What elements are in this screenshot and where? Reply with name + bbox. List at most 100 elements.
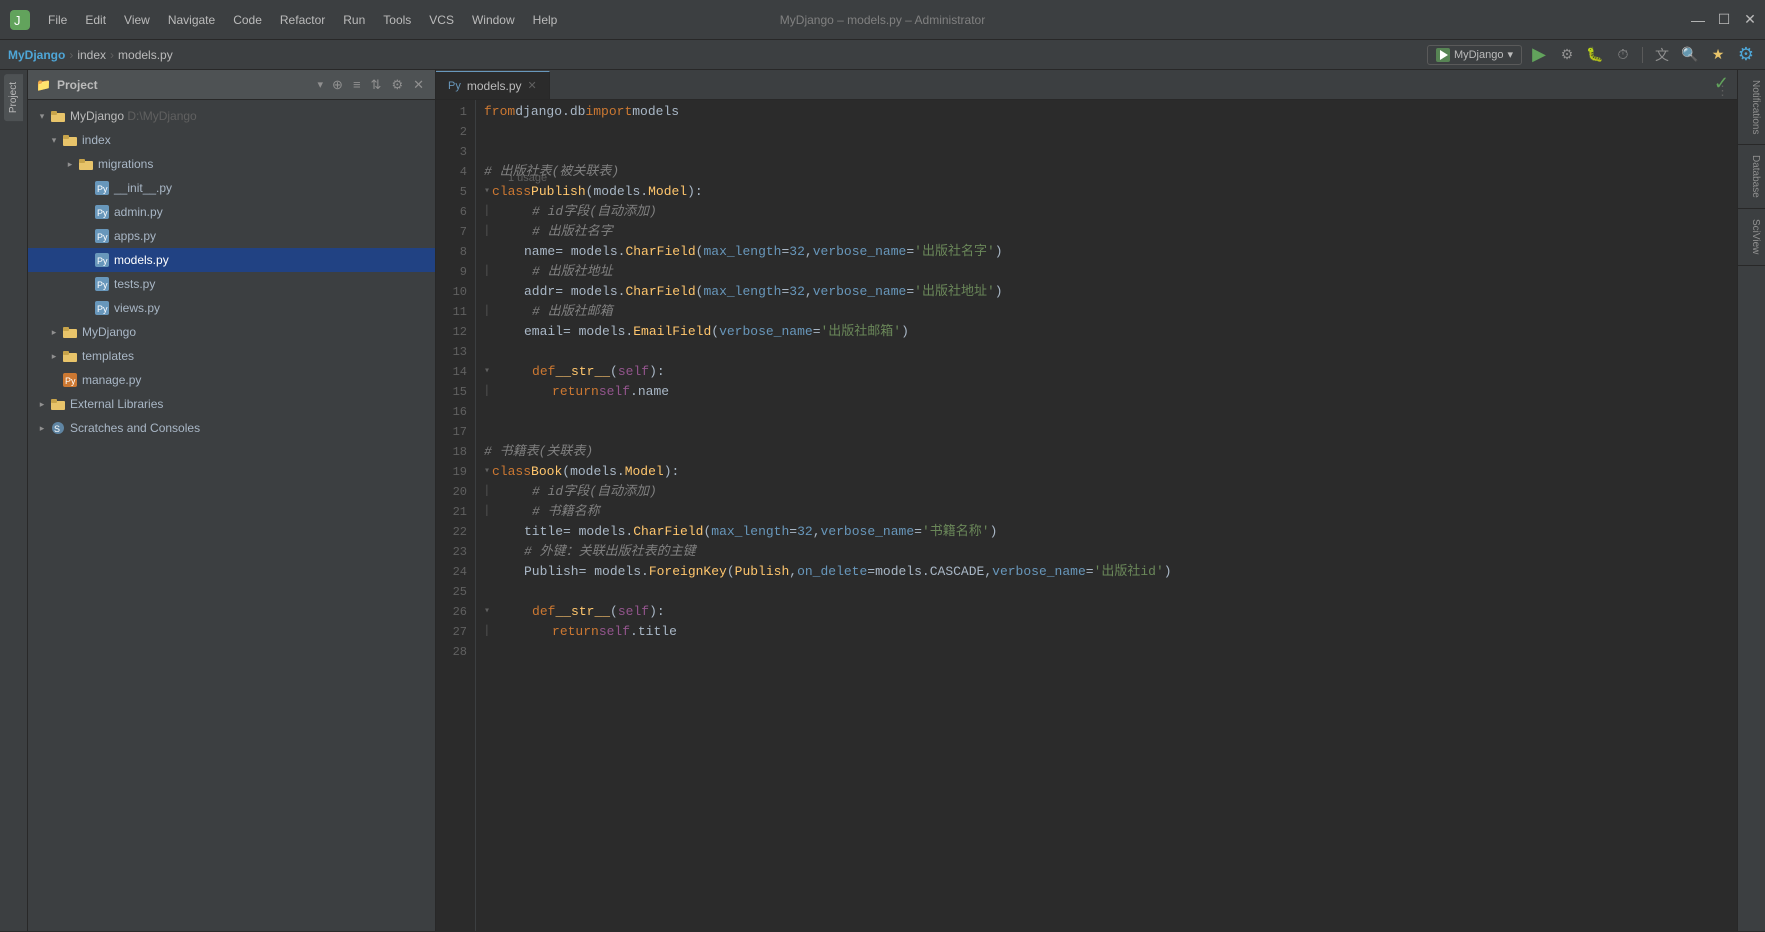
token-paren: ( (610, 602, 618, 622)
tree-icon-admin-py: Py (94, 204, 110, 220)
svg-text:J: J (14, 13, 21, 28)
line-num-23: 23 (436, 542, 467, 562)
token-paren: ) (995, 282, 1003, 302)
token-paren: ) (649, 602, 657, 622)
tree-item-index-folder[interactable]: ▾index (28, 128, 435, 152)
menu-item-file[interactable]: File (40, 9, 75, 31)
new-file-icon[interactable]: ⊕ (329, 75, 346, 95)
run-button[interactable]: ▶ (1528, 44, 1550, 66)
token-base: , (805, 282, 813, 302)
editor-area: Py models.py ✕ ⋮ 12345678910111213141516… (436, 70, 1737, 931)
svg-text:Py: Py (97, 232, 108, 242)
project-title-arrow[interactable]: ▾ (318, 78, 324, 91)
breadcrumb-project[interactable]: MyDjango (8, 48, 65, 62)
fold-arrow-26[interactable]: ▾ (484, 602, 490, 622)
tree-arrow-migrations-folder: ▸ (64, 158, 76, 170)
search-button[interactable]: 🔍 (1679, 44, 1701, 66)
token-base: = (1086, 562, 1094, 582)
database-panel-tab[interactable]: Database (1738, 145, 1765, 209)
token-base: = (813, 322, 821, 342)
code-line-22: title = models.CharField(max_length=32, … (484, 522, 1729, 542)
token-dot: . (640, 182, 648, 202)
main-layout: Project 📁 Project ▾ ⊕ ≡ ⇅ ⚙ ✕ ▾MyDjango … (0, 70, 1765, 931)
notifications-panel-tab[interactable]: Notifications (1738, 70, 1765, 145)
token-paren: ( (696, 282, 704, 302)
menu-item-help[interactable]: Help (525, 9, 566, 31)
settings-icon[interactable]: ⚙ (388, 75, 406, 95)
tree-arrow-scratches: ▸ (36, 422, 48, 434)
token-param: verbose_name (813, 242, 907, 262)
close-button[interactable]: ✕ (1743, 13, 1757, 27)
tree-item-manage-py[interactable]: Pymanage.py (28, 368, 435, 392)
tree-item-mydjango-folder[interactable]: ▸MyDjango (28, 320, 435, 344)
translate-button[interactable]: 文 (1651, 44, 1673, 66)
code-line-4: # 出版社表(被关联表) (484, 162, 1729, 182)
sidebar-tab-project[interactable]: Project (4, 74, 23, 121)
line-num-25: 25 (436, 582, 467, 602)
fold-arrow-19[interactable]: ▾ (484, 462, 490, 482)
line-num-13: 13 (436, 342, 467, 362)
maximize-button[interactable]: ☐ (1717, 13, 1731, 27)
menu-item-code[interactable]: Code (225, 9, 270, 31)
code-line-27: │return self.title (484, 622, 1729, 642)
tree-item-external-libs[interactable]: ▸External Libraries (28, 392, 435, 416)
code-line-1: from django.db import models (484, 102, 1729, 122)
account-button[interactable]: ⚙ (1735, 44, 1757, 66)
tree-item-views-py[interactable]: Pyviews.py (28, 296, 435, 320)
fold-arrow-5[interactable]: ▾ (484, 182, 490, 202)
breadcrumb-sep2: › (110, 48, 114, 62)
code-content[interactable]: from django.db import models # 出版社表(被关联表)… (476, 100, 1737, 931)
build-button[interactable]: ⚙ (1556, 44, 1578, 66)
tree-label-admin-py: admin.py (114, 205, 163, 219)
tree-item-tests-py[interactable]: Pytests.py (28, 272, 435, 296)
code-line-13 (484, 342, 1729, 362)
token-paren: ) (649, 362, 657, 382)
menu-item-tools[interactable]: Tools (375, 9, 419, 31)
tree-item-apps-py[interactable]: Pyapps.py (28, 224, 435, 248)
code-line-24: Publish = models.ForeignKey(Publish, on_… (484, 562, 1729, 582)
editor-tab-models-py[interactable]: Py models.py ✕ (436, 71, 550, 99)
token-base: , (813, 522, 821, 542)
menu-item-run[interactable]: Run (335, 9, 373, 31)
debug-button[interactable]: 🐛 (1584, 44, 1606, 66)
line-num-8: 8 (436, 242, 467, 262)
tree-item-admin-py[interactable]: Py admin.py (28, 200, 435, 224)
token-cls: EmailField (633, 322, 711, 342)
menu-item-refactor[interactable]: Refactor (272, 9, 333, 31)
tree-item-scratches[interactable]: ▸SScratches and Consoles (28, 416, 435, 440)
breadcrumb-file[interactable]: models.py (118, 48, 173, 62)
tree-item-init-py[interactable]: Py__init__.py (28, 176, 435, 200)
run-config-dropdown[interactable]: MyDjango ▾ (1427, 45, 1522, 65)
fold-arrow-14[interactable]: ▾ (484, 362, 490, 382)
collapse-all-icon[interactable]: ⇅ (368, 75, 385, 95)
token-kw: import (585, 102, 632, 122)
tree-item-migrations-folder[interactable]: ▸migrations (28, 152, 435, 176)
tree-arrow-mydjango-root: ▾ (36, 110, 48, 122)
bookmark-button[interactable]: ★ (1707, 44, 1729, 66)
tab-close-button[interactable]: ✕ (528, 79, 537, 92)
tree-item-templates-folder[interactable]: ▸templates (28, 344, 435, 368)
token-paren: ) (990, 522, 998, 542)
menu-item-vcs[interactable]: VCS (421, 9, 462, 31)
hide-panel-icon[interactable]: ✕ (410, 75, 427, 95)
tree-item-mydjango-root[interactable]: ▾MyDjango D:\MyDjango (28, 104, 435, 128)
sciview-panel-tab[interactable]: SciView (1738, 209, 1765, 265)
line-num-6: 6 (436, 202, 467, 222)
code-editor[interactable]: 1234567891011121314151617181920212223242… (436, 100, 1737, 931)
minimize-button[interactable]: — (1691, 13, 1705, 27)
breadcrumb-index[interactable]: index (77, 48, 106, 62)
tree-item-models-py[interactable]: Pymodels.py (28, 248, 435, 272)
token-base: = models. (563, 322, 633, 342)
expand-all-icon[interactable]: ≡ (350, 75, 364, 95)
code-line-2 (484, 122, 1729, 142)
profile-button[interactable]: ⏱ (1612, 44, 1634, 66)
menu-item-window[interactable]: Window (464, 9, 523, 31)
gutter-fold-15: │ (484, 382, 490, 402)
token-cmt: # 出版社邮箱 (532, 302, 613, 322)
menu-item-navigate[interactable]: Navigate (160, 9, 223, 31)
menu-item-edit[interactable]: Edit (77, 9, 114, 31)
tree-label-index-folder: index (82, 133, 111, 147)
line-num-9: 9 (436, 262, 467, 282)
code-line-8: name = models.CharField(max_length=32, v… (484, 242, 1729, 262)
menu-item-view[interactable]: View (116, 9, 158, 31)
